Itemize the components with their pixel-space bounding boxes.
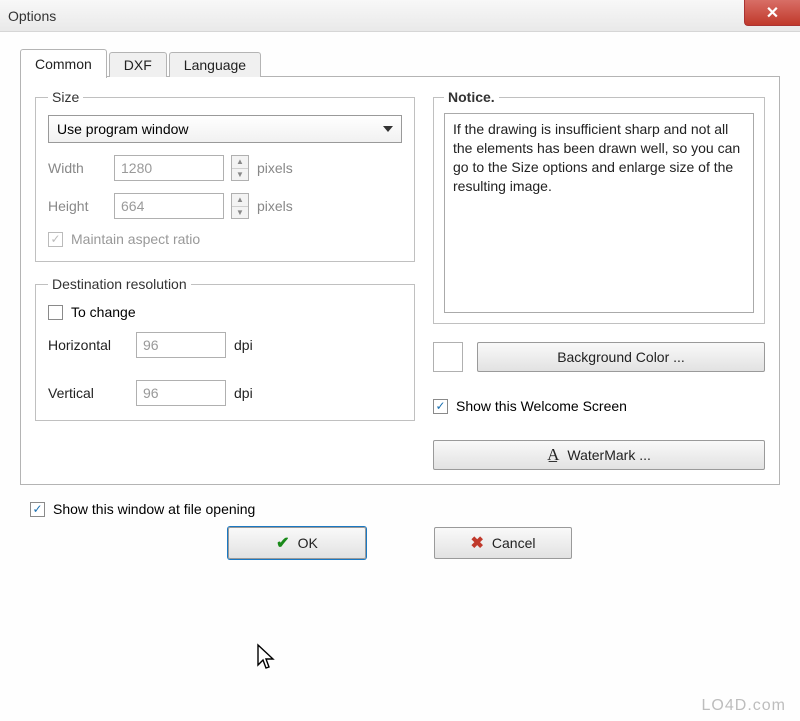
chevron-down-icon [383,126,393,132]
destination-group: Destination resolution To change Horizon… [35,276,415,421]
arrow-down-icon[interactable]: ▼ [232,169,248,181]
background-color-button[interactable]: Background Color ... [477,342,765,372]
size-mode-value: Use program window [57,121,189,137]
show-at-open-checkbox[interactable]: ✓ [30,502,45,517]
horizontal-unit: dpi [234,337,253,353]
options-window: Options ✕ Common DXF Language Size Use p… [0,0,800,721]
horizontal-label: Horizontal [48,337,128,353]
height-input[interactable] [114,193,224,219]
check-icon: ✔ [276,533,289,553]
size-mode-select[interactable]: Use program window [48,115,402,143]
width-input[interactable] [114,155,224,181]
size-legend: Size [48,89,83,105]
watermark-button[interactable]: A̲ WaterMark ... [433,440,765,470]
window-title: Options [8,8,56,24]
show-welcome-label: Show this Welcome Screen [456,398,627,414]
client-area: Common DXF Language Size Use program win… [0,32,800,721]
ok-label: OK [298,535,318,551]
close-button[interactable]: ✕ [744,0,800,26]
font-icon: A̲ [547,445,559,465]
show-at-open-label: Show this window at file opening [53,501,255,517]
branding-watermark: LO4D.com [702,697,786,715]
to-change-checkbox[interactable] [48,305,63,320]
height-label: Height [48,198,106,214]
cancel-label: Cancel [492,535,536,551]
cursor-icon [256,643,278,671]
watermark-label: WaterMark ... [567,447,651,463]
tab-panel-common: Size Use program window Width ▲ ▼ [20,76,780,485]
ok-button[interactable]: ✔ OK [228,527,366,559]
height-unit: pixels [257,198,293,214]
width-label: Width [48,160,106,176]
destination-legend: Destination resolution [48,276,191,292]
arrow-up-icon[interactable]: ▲ [232,156,248,169]
titlebar: Options ✕ [0,0,800,32]
width-unit: pixels [257,160,293,176]
vertical-label: Vertical [48,385,128,401]
tab-language[interactable]: Language [169,52,261,77]
tab-common[interactable]: Common [20,49,107,78]
notice-legend: Notice. [444,89,499,105]
show-welcome-checkbox[interactable]: ✓ [433,399,448,414]
notice-text: If the drawing is insufficient sharp and… [444,113,754,313]
close-icon: ✕ [766,3,779,23]
maintain-aspect-checkbox: ✓ [48,232,63,247]
vertical-input[interactable] [136,380,226,406]
horizontal-input[interactable] [136,332,226,358]
height-spinner[interactable]: ▲ ▼ [231,193,249,219]
arrow-up-icon[interactable]: ▲ [232,194,248,207]
arrow-down-icon[interactable]: ▼ [232,207,248,219]
bgcolor-swatch[interactable] [433,342,463,372]
vertical-unit: dpi [234,385,253,401]
size-group: Size Use program window Width ▲ ▼ [35,89,415,262]
maintain-aspect-label: Maintain aspect ratio [71,231,200,247]
tab-dxf[interactable]: DXF [109,52,167,77]
background-color-label: Background Color ... [557,349,685,365]
width-spinner[interactable]: ▲ ▼ [231,155,249,181]
cancel-button[interactable]: ✖ Cancel [434,527,572,559]
x-icon: ✖ [471,533,484,553]
notice-group: Notice. If the drawing is insufficient s… [433,89,765,324]
tabs-row: Common DXF Language [20,48,780,77]
to-change-label: To change [71,304,136,320]
